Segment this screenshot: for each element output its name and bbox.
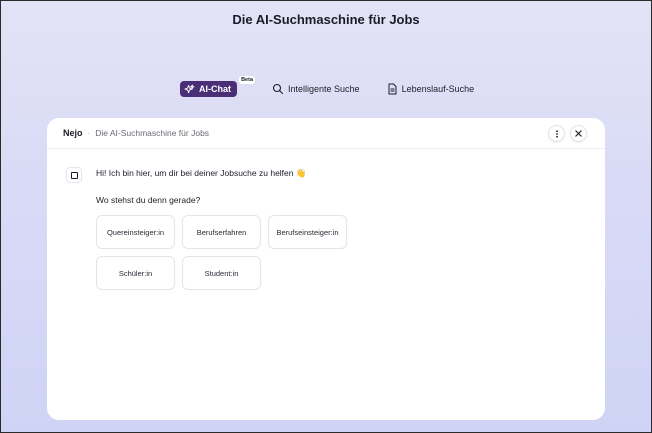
tab-smart-search-label: Intelligente Suche [288, 84, 360, 94]
header-separator: · [87, 128, 91, 138]
tab-ai-chat[interactable]: AI-Chat Beta [180, 76, 255, 97]
option-pupil[interactable]: Schüler:in [96, 256, 175, 290]
tab-cv-search-label: Lebenslauf-Suche [401, 84, 475, 94]
beta-badge: Beta [239, 76, 255, 84]
page-title: Die AI-Suchmaschine für Jobs [232, 12, 420, 27]
tab-smart-search[interactable]: Intelligente Suche [272, 83, 360, 95]
close-button[interactable] [570, 125, 587, 142]
more-options-button[interactable] [548, 125, 565, 142]
chat-header: Nejo · Die AI-Suchmaschine für Jobs [47, 118, 605, 149]
document-icon [388, 83, 397, 95]
option-entry-level[interactable]: Berufseinsteiger:in [268, 215, 347, 249]
brand-name: Nejo [63, 128, 83, 138]
close-icon [575, 130, 582, 137]
option-experienced[interactable]: Berufserfahren [182, 215, 261, 249]
sparkle-icon [184, 83, 195, 93]
magnifier-icon [272, 83, 284, 95]
tab-cv-search[interactable]: Lebenslauf-Suche [387, 83, 475, 95]
tab-ai-chat-label: AI-Chat [199, 84, 231, 94]
assistant-avatar [66, 167, 82, 183]
option-student[interactable]: Student:in [182, 256, 261, 290]
search-mode-tabs: AI-Chat Beta Intelligente Suche Lebensla… [180, 76, 475, 98]
more-vertical-icon [555, 129, 558, 138]
chat-card: Nejo · Die AI-Suchmaschine für Jobs Hi! … [47, 118, 605, 420]
greeting-message: Hi! Ich bin hier, um dir bei deiner Jobs… [96, 168, 307, 178]
option-career-changer[interactable]: Quereinsteiger:in [96, 215, 175, 249]
answer-options: Quereinsteiger:in Berufserfahren Berufse… [96, 215, 356, 290]
chat-subtitle: Die AI-Suchmaschine für Jobs [95, 128, 210, 138]
question-message: Wo stehst du denn gerade? [96, 195, 201, 205]
square-icon [70, 171, 78, 179]
